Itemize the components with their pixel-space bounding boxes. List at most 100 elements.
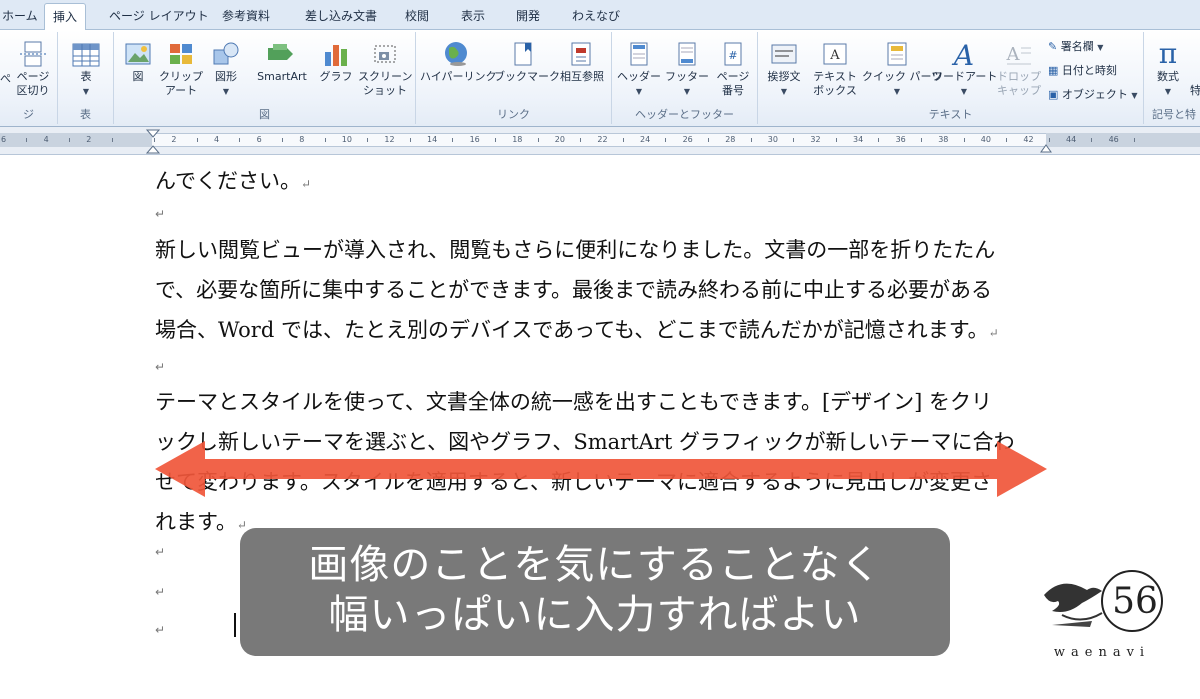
caption-box: 画像のことを気にすることなく 幅いっぱいに入力すればよい <box>240 528 950 656</box>
chart-button[interactable]: グラフ <box>318 40 354 84</box>
smartart-button[interactable]: SmartArt <box>250 40 314 84</box>
page-break-icon <box>20 41 46 67</box>
group-label-pages: ジ <box>23 108 34 121</box>
empty-paragraph-mark: ↵ <box>155 585 166 599</box>
object-button[interactable]: ▣ オブジェクト ▼ <box>1048 86 1138 102</box>
svg-text:#: # <box>728 49 737 62</box>
ruler-number: 18 <box>512 135 523 144</box>
tab-references[interactable]: 参考資料 <box>222 7 270 24</box>
tab-mailings[interactable]: 差し込み文書 <box>305 7 377 24</box>
screenshot-button[interactable]: スクリーン ショット <box>358 40 412 98</box>
ruler-number: 30 <box>767 135 778 144</box>
ruler-number: 24 <box>640 135 651 144</box>
ruler-tick <box>920 138 922 142</box>
symbol-button[interactable]: 特 <box>1190 84 1200 98</box>
horizontal-ruler[interactable]: 6 4 2 2 4 6 8 10 12 14 16 18 20 22 24 26 28 30 32 34 36 38 40 4… <box>0 127 1200 155</box>
group-header-footer: ヘッダー ▼ フッター ▼ # ページ 番号 ヘッダーとフッター <box>612 32 758 124</box>
ruler-tick <box>324 138 326 142</box>
ruler-tick <box>239 138 241 142</box>
quick-parts-icon <box>887 42 907 66</box>
paragraph-2-line-1: テーマとスタイルを使って、文書全体の統一感を出すこともできます。[デザイン] を… <box>155 390 993 414</box>
ruler-tick <box>580 138 582 142</box>
date-time-button[interactable]: ▦ 日付と時刻 <box>1048 62 1117 78</box>
chevron-down-icon: ▼ <box>893 87 901 96</box>
caption-line-1: 画像のことを気にすることなく <box>308 542 882 588</box>
indent-marker-icon[interactable] <box>146 129 160 155</box>
tab-page-layout[interactable]: ページ レイアウト <box>109 7 209 24</box>
page-number-icon: # <box>724 42 742 66</box>
ruler-number: 40 <box>980 135 991 144</box>
hyperlink-button[interactable]: ハイパーリンク <box>420 40 497 84</box>
ruler-number: 10 <box>341 135 352 144</box>
object-icon: ▣ <box>1048 88 1059 101</box>
group-pages: ぺ ページ 区切り ジ <box>0 32 58 124</box>
dropcap-button[interactable]: A ドロップ キャップ <box>996 40 1042 98</box>
picture-icon <box>125 43 151 65</box>
ribbon-tabs: ホーム 挿入 ページ レイアウト 参考資料 差し込み文書 校閲 表示 開発 わえ… <box>0 0 1200 31</box>
cross-reference-button[interactable]: 相互参照 <box>554 40 610 84</box>
ruler-tick <box>622 138 624 142</box>
table-button[interactable]: 表 ▼ <box>66 40 106 99</box>
group-label-table: 表 <box>80 108 91 121</box>
shapes-icon <box>213 42 239 65</box>
right-indent-marker-icon[interactable] <box>1040 141 1052 153</box>
textbox-button[interactable]: A テキスト ボックス <box>808 40 862 98</box>
footer-button[interactable]: フッター ▼ <box>664 40 710 99</box>
blank-page-button[interactable]: ぺ <box>0 72 11 86</box>
shapes-button[interactable]: 図形 ▼ <box>208 40 244 99</box>
page-number-button[interactable]: # ページ 番号 <box>712 40 754 98</box>
smartart-icon <box>268 44 293 60</box>
dropcap-icon: A <box>1006 44 1031 65</box>
globe-icon <box>445 42 467 66</box>
ruler-number: 22 <box>597 135 608 144</box>
ruler-tick <box>1091 138 1093 142</box>
footer-icon <box>678 42 696 66</box>
signature-line-button[interactable]: ✎ 署名欄 ▼ <box>1048 38 1103 54</box>
group-label-links: リンク <box>497 108 530 121</box>
wordart-icon: A <box>951 40 974 68</box>
ruler-tick <box>750 138 752 142</box>
wordart-button[interactable]: A ワードアート ▼ <box>932 40 997 99</box>
clipart-button[interactable]: クリップ アート <box>158 40 204 98</box>
tab-developer[interactable]: 開発 <box>516 7 540 24</box>
tab-home[interactable]: ホーム <box>2 7 38 24</box>
ruler-tick <box>452 138 454 142</box>
paragraph-mark: ↵ <box>300 177 312 191</box>
quick-parts-button[interactable]: クイック パーツ ▼ <box>862 40 942 99</box>
greeting-button[interactable]: 挨拶文 ▼ <box>762 40 806 99</box>
group-label-illustrations: 図 <box>259 108 270 121</box>
tab-waenavi[interactable]: わえなび <box>572 7 620 24</box>
tab-review[interactable]: 校閲 <box>405 7 429 24</box>
chart-icon <box>325 45 347 66</box>
ruler-number: 26 <box>682 135 693 144</box>
ruler-number: 34 <box>853 135 864 144</box>
ruler-number: 20 <box>554 135 565 144</box>
chevron-down-icon: ▼ <box>1097 43 1104 52</box>
pi-icon: π <box>1159 38 1177 68</box>
ruler-number: 32 <box>810 135 821 144</box>
group-illustrations: 図 クリップ アート 図形▼ SmartArt グラフ スクリーン ショット <box>114 32 416 124</box>
text-line-0[interactable]: んでください。↵ <box>155 161 1045 204</box>
paragraph-1-line-2: で、必要な箇所に集中することができます。最後まで読み終わる前に中止する必要がある <box>155 278 993 302</box>
ruler-tick <box>665 138 667 142</box>
equation-button[interactable]: π 数式 ▼ <box>1150 38 1186 99</box>
ruler-number: 38 <box>938 135 949 144</box>
tab-view[interactable]: 表示 <box>461 7 485 24</box>
group-table: 表 ▼ 表 <box>58 32 114 124</box>
group-label-text: テキスト <box>928 108 973 121</box>
picture-button[interactable]: 図 <box>120 40 156 84</box>
ruler-tick <box>68 138 70 142</box>
header-button[interactable]: ヘッダー ▼ <box>616 40 662 99</box>
bookmark-button[interactable]: ブックマーク <box>494 40 560 84</box>
chevron-down-icon: ▼ <box>780 87 788 96</box>
paragraph-mark: ↵ <box>988 326 999 340</box>
group-label-symbols: 記号と特 <box>1152 108 1196 121</box>
tab-insert[interactable]: 挿入 <box>44 3 87 31</box>
ruler-number: 6 <box>1 135 7 144</box>
group-label-header-footer: ヘッダーとフッター <box>635 108 734 121</box>
paragraph-1[interactable]: 新しい閲覧ビューが導入され、閲覧もさらに便利になりました。文書の一部を折りたたん… <box>155 230 1045 353</box>
empty-paragraph-mark: ↵ <box>155 207 166 221</box>
page-break-button[interactable]: ページ 区切り <box>10 40 56 98</box>
ruler-number: 14 <box>427 135 438 144</box>
cross-reference-icon <box>571 42 591 66</box>
